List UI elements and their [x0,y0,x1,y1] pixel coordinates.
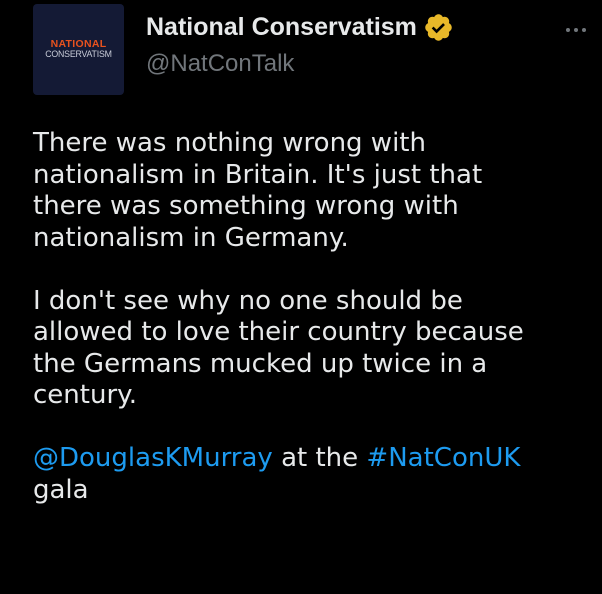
tweet-text-fragment: at the [272,443,367,473]
more-options-button[interactable] [566,16,602,44]
tweet-paragraph-3: @DouglasKMurray at the #NatConUK gala [33,443,593,506]
tweet-line: I don't see why no one should be [33,285,463,316]
mention-link[interactable]: @DouglasKMurray [33,443,273,473]
tweet-line: nationalism in Britain. It's just that [33,159,483,190]
more-dot [582,28,586,32]
author-display-name[interactable]: National Conservatism [146,15,417,40]
tweet-line: allowed to love their country because [33,317,524,347]
author-handle[interactable]: @NatConTalk [146,52,294,76]
tweet-line: century. [33,380,138,410]
hashtag-link[interactable]: #NatConUK [366,443,520,473]
tweet[interactable]: NATIONAL CONSERVATISM National Conservat… [0,0,602,594]
more-horizontal-icon [566,28,570,32]
avatar-logo-line2: CONSERVATISM [45,49,112,60]
tweet-line: there was something wrong with [33,191,459,221]
tweet-text: There was nothing wrong with nationalism… [33,128,593,506]
verified-badge-icon[interactable] [423,12,454,43]
tweet-paragraph-2: I don't see why no one should be allowed… [33,286,593,412]
author-name-row: National Conservatism [146,12,454,43]
avatar[interactable]: NATIONAL CONSERVATISM [33,4,124,95]
tweet-line: nationalism in Germany. [33,222,349,253]
tweet-line: the Germans mucked up twice in a [33,348,488,379]
tweet-line: gala [33,474,89,505]
more-dot [574,28,578,32]
tweet-line: There was nothing wrong with [33,128,426,158]
avatar-logo-line1: NATIONAL [50,37,107,50]
tweet-line: @DouglasKMurray at the #NatConUK [33,443,593,475]
tweet-paragraph-1: There was nothing wrong with nationalism… [33,128,593,254]
